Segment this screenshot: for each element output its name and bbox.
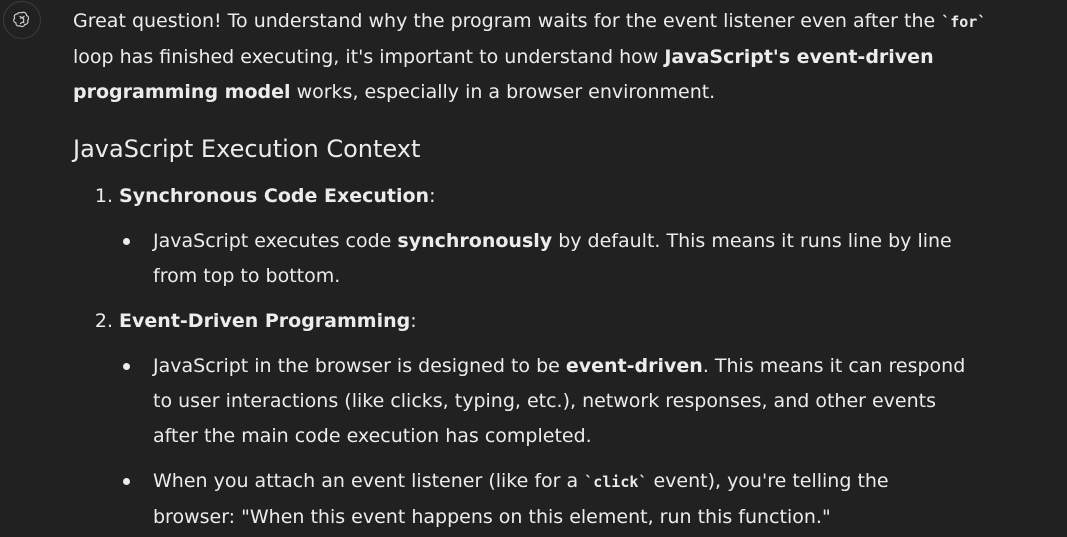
- intro-text-3: works, especially in a browser environme…: [290, 81, 716, 103]
- intro-text-2: loop has finished executing, it's import…: [73, 46, 665, 68]
- bullet-text-pre: When you attach an event listener (like …: [153, 470, 585, 492]
- list-item-1: 1. Synchronous Code Execution:: [73, 179, 973, 214]
- list-item-title: Event-Driven Programming: [119, 310, 411, 332]
- bullet-text: JavaScript executes code synchronously b…: [153, 224, 973, 294]
- openai-logo-icon: [13, 11, 30, 28]
- bullet-item: JavaScript in the browser is designed to…: [123, 349, 973, 454]
- intro-text-1: Great question! To understand why the pr…: [73, 10, 942, 32]
- list-item-2: 2. Event-Driven Programming:: [73, 304, 973, 339]
- bullet-text-pre: JavaScript executes code: [153, 230, 398, 252]
- bullet-text-pre: JavaScript in the browser is designed to…: [153, 355, 566, 377]
- intro-paragraph: Great question! To understand why the pr…: [73, 4, 993, 110]
- message-intro: Great question! To understand why the pr…: [73, 4, 993, 110]
- section-heading: JavaScript Execution Context: [73, 135, 421, 163]
- list-item-suffix: :: [410, 310, 417, 332]
- bullet-item: JavaScript executes code synchronously b…: [123, 224, 973, 294]
- list-item-title: Synchronous Code Execution: [119, 185, 430, 207]
- assistant-avatar: [3, 1, 41, 39]
- bullet-dot: [123, 478, 130, 485]
- bullet-text: JavaScript in the browser is designed to…: [153, 349, 973, 454]
- inline-code-for: `for`: [941, 13, 987, 31]
- bullet-text-bold: synchronously: [397, 230, 553, 252]
- inline-code-click: `click`: [584, 473, 648, 491]
- bullet-item: When you attach an event listener (like …: [123, 464, 973, 535]
- list-number: 1.: [94, 185, 113, 207]
- list-number: 2.: [94, 310, 113, 332]
- bullet-dot: [123, 238, 130, 245]
- bullet-text: When you attach an event listener (like …: [153, 464, 973, 535]
- list-item-suffix: :: [429, 185, 436, 207]
- bullet-text-bold: event-driven: [565, 355, 703, 377]
- bullet-dot: [123, 363, 130, 370]
